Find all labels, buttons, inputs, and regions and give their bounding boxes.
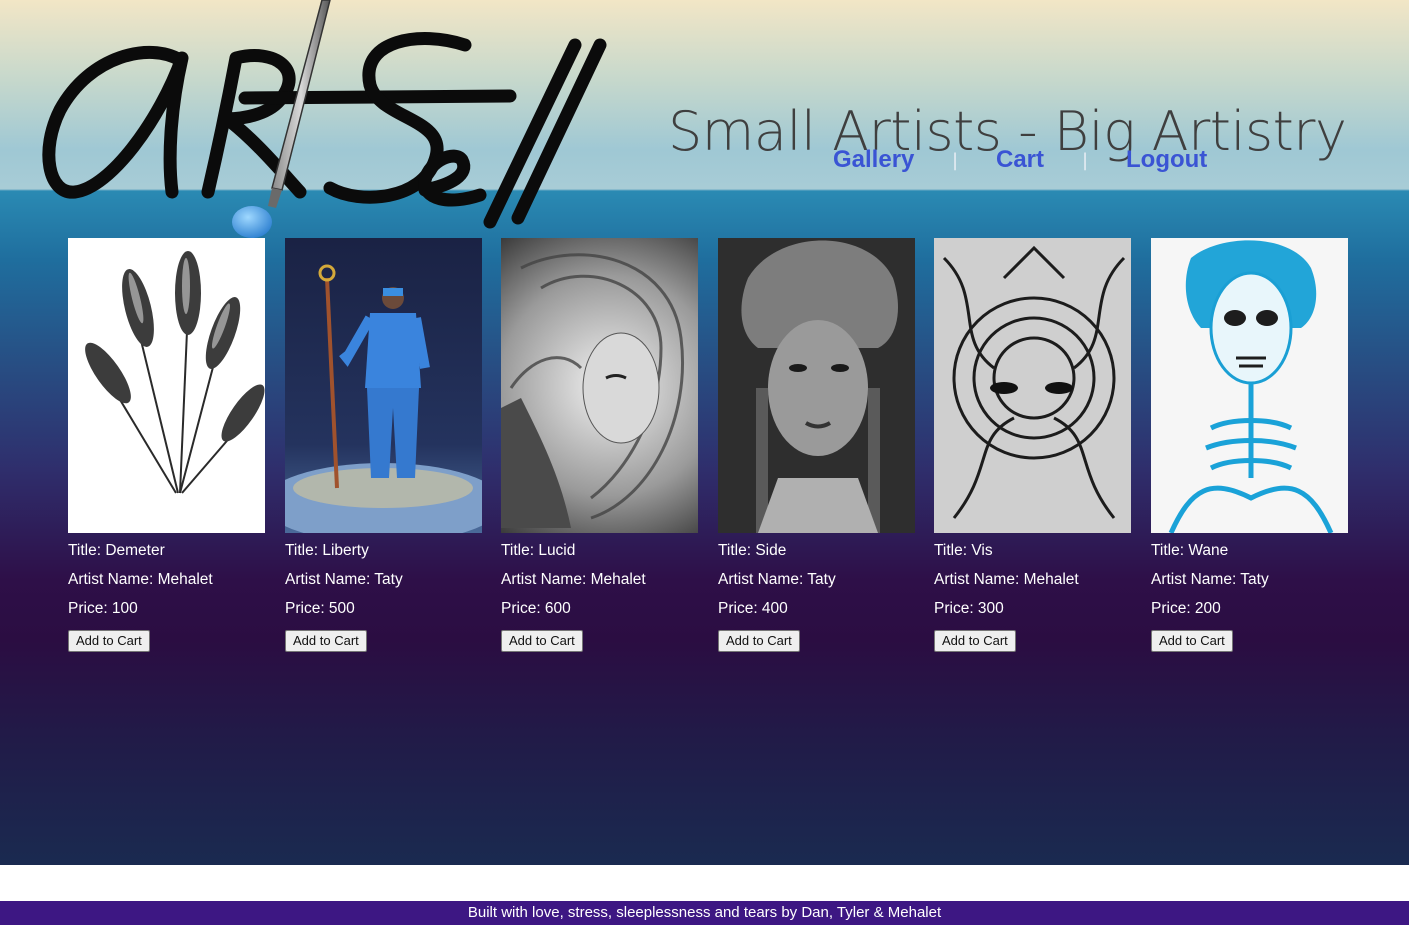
nav-separator: |: [952, 150, 959, 171]
artwork-card-liberty: Title: Liberty Artist Name: Taty Price: …: [285, 238, 482, 652]
artwork-artist: Artist Name: Taty: [285, 571, 403, 588]
page-background: Small Artists - Big Artistry Gallery | C…: [0, 0, 1409, 865]
add-to-cart-button[interactable]: Add to Cart: [285, 630, 367, 652]
nav-logout-link[interactable]: Logout: [1126, 146, 1207, 174]
artwork-image-demeter[interactable]: [68, 238, 265, 533]
artsell-logo: [42, 0, 607, 238]
artwork-artist: Artist Name: Mehalet: [501, 571, 646, 588]
artwork-price: Price: 600: [501, 600, 571, 617]
artwork-image-liberty[interactable]: [285, 238, 482, 533]
artwork-artist: Artist Name: Taty: [1151, 571, 1269, 588]
artwork-title: Title: Wane: [1151, 542, 1229, 559]
artwork-title: Title: Demeter: [68, 542, 165, 559]
artwork-card-demeter: Title: Demeter Artist Name: Mehalet Pric…: [68, 238, 265, 652]
artwork-card-wane: Title: Wane Artist Name: Taty Price: 200…: [1151, 238, 1348, 652]
artwork-image-vis[interactable]: [934, 238, 1131, 533]
artwork-image-wane[interactable]: [1151, 238, 1348, 533]
nav-separator: |: [1082, 150, 1089, 171]
artwork-card-vis: Title: Vis Artist Name: Mehalet Price: 3…: [934, 238, 1131, 652]
artwork-title: Title: Liberty: [285, 542, 369, 559]
artwork-artist: Artist Name: Mehalet: [68, 571, 213, 588]
artwork-price: Price: 400: [718, 600, 788, 617]
artwork-price: Price: 300: [934, 600, 1004, 617]
add-to-cart-button[interactable]: Add to Cart: [68, 630, 150, 652]
artwork-card-lucid: Title: Lucid Artist Name: Mehalet Price:…: [501, 238, 698, 652]
artwork-title: Title: Lucid: [501, 542, 576, 559]
add-to-cart-button[interactable]: Add to Cart: [718, 630, 800, 652]
artwork-price: Price: 100: [68, 600, 138, 617]
artwork-image-side[interactable]: [718, 238, 915, 533]
add-to-cart-button[interactable]: Add to Cart: [934, 630, 1016, 652]
site-footer: Built with love, stress, sleeplessness a…: [0, 901, 1409, 925]
add-to-cart-button[interactable]: Add to Cart: [501, 630, 583, 652]
artwork-title: Title: Vis: [934, 542, 993, 559]
nav-gallery-link[interactable]: Gallery: [833, 146, 914, 174]
nav-cart-link[interactable]: Cart: [996, 146, 1044, 174]
artwork-artist: Artist Name: Taty: [718, 571, 836, 588]
artwork-image-lucid[interactable]: [501, 238, 698, 533]
artwork-title: Title: Side: [718, 542, 787, 559]
artwork-artist: Artist Name: Mehalet: [934, 571, 1079, 588]
artwork-price: Price: 500: [285, 600, 355, 617]
artwork-price: Price: 200: [1151, 600, 1221, 617]
add-to-cart-button[interactable]: Add to Cart: [1151, 630, 1233, 652]
artwork-card-side: Title: Side Artist Name: Taty Price: 400…: [718, 238, 915, 652]
